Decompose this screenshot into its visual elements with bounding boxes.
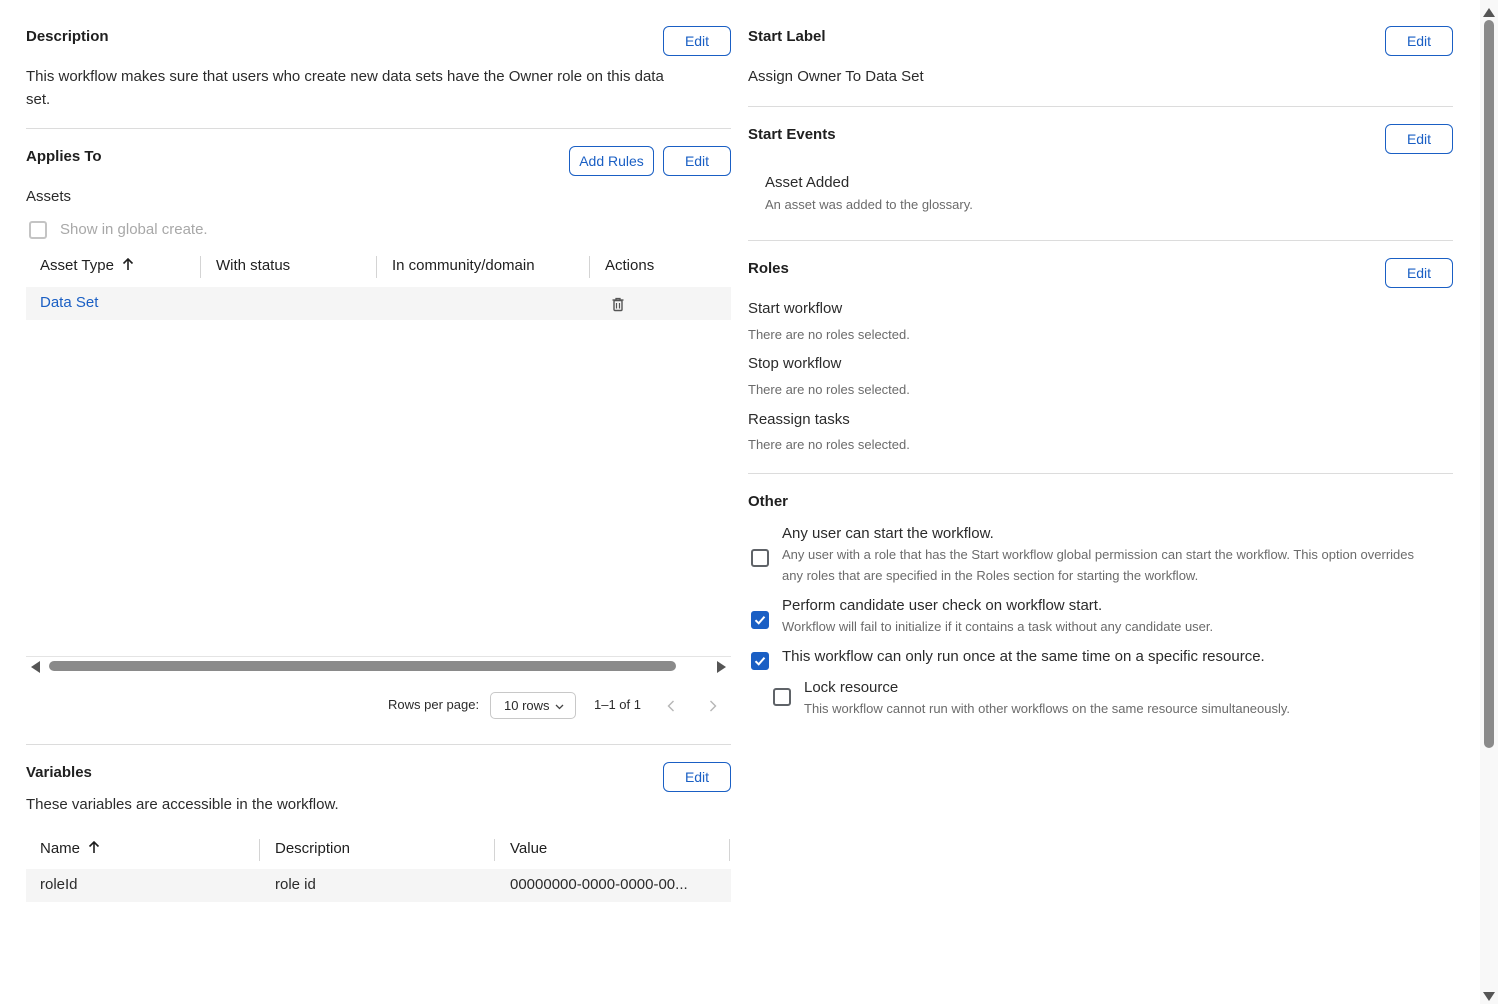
start-events-edit-button[interactable]: Edit — [1385, 124, 1453, 154]
start-label-edit-button[interactable]: Edit — [1385, 26, 1453, 56]
col-asset-type-label: Asset Type — [40, 257, 114, 274]
any-user-start-desc-line2: any roles that are specified in the Role… — [782, 568, 1199, 583]
lock-resource-desc: This workflow cannot run with other work… — [804, 701, 1291, 716]
start-event-description: An asset was added to the glossary. — [765, 197, 973, 212]
column-separator[interactable] — [494, 839, 495, 861]
variables-title: Variables — [26, 764, 92, 781]
variables-edit-button[interactable]: Edit — [663, 762, 731, 792]
rows-per-page-value: 10 rows — [504, 698, 550, 713]
column-separator[interactable] — [200, 256, 201, 278]
role-reassign-tasks-label: Reassign tasks — [748, 411, 850, 428]
asset-type-link[interactable]: Data Set — [40, 294, 98, 311]
start-label-title: Start Label — [748, 28, 826, 45]
col-actions: Actions — [605, 257, 655, 274]
table-row — [26, 287, 731, 320]
candidate-user-check-desc: Workflow will fail to initialize if it c… — [782, 619, 1214, 634]
variable-value: 00000000-0000-0000-00... — [510, 876, 688, 893]
divider — [748, 106, 1453, 107]
col-asset-type[interactable]: Asset Type — [40, 257, 134, 275]
role-reassign-tasks-value: There are no roles selected. — [748, 437, 910, 452]
assets-subtitle: Assets — [26, 188, 72, 205]
sort-ascending-icon — [88, 840, 100, 858]
col-with-status[interactable]: With status — [216, 257, 290, 274]
roles-title: Roles — [748, 260, 789, 277]
role-stop-workflow-label: Stop workflow — [748, 355, 842, 372]
description-title: Description — [26, 28, 109, 45]
divider — [748, 473, 1453, 474]
run-once-checkbox[interactable] — [751, 652, 769, 670]
start-label-value: Assign Owner To Data Set — [748, 68, 924, 85]
add-rules-button[interactable]: Add Rules — [569, 146, 654, 176]
column-separator[interactable] — [729, 839, 730, 861]
any-user-start-desc-line1: Any user with a role that has the Start … — [782, 547, 1414, 562]
start-events-title: Start Events — [748, 126, 836, 143]
col-in-community-domain[interactable]: In community/domain — [392, 257, 535, 274]
lock-resource-label: Lock resource — [804, 679, 899, 696]
run-once-label: This workflow can only run once at the s… — [782, 648, 1265, 665]
description-edit-button[interactable]: Edit — [663, 26, 731, 56]
scroll-down-arrow-icon[interactable] — [1483, 989, 1495, 1007]
scroll-right-arrow-icon[interactable] — [716, 660, 726, 678]
other-title: Other — [748, 493, 789, 510]
start-event-name: Asset Added — [765, 174, 850, 191]
variable-name: roleId — [40, 876, 78, 893]
next-page-icon[interactable] — [709, 699, 717, 717]
column-separator[interactable] — [259, 839, 260, 861]
scrollbar-top-border — [26, 656, 731, 657]
vertical-scrollbar-thumb[interactable] — [1484, 20, 1494, 748]
column-separator[interactable] — [589, 256, 590, 278]
col-description[interactable]: Description — [275, 840, 350, 857]
role-start-workflow-value: There are no roles selected. — [748, 327, 910, 342]
col-name[interactable]: Name — [40, 840, 100, 858]
applies-to-edit-button[interactable]: Edit — [663, 146, 731, 176]
col-name-label: Name — [40, 840, 81, 857]
checkmark-icon — [754, 657, 766, 666]
description-text-line1: This workflow makes sure that users who … — [26, 68, 664, 85]
col-value[interactable]: Value — [510, 840, 547, 857]
role-start-workflow-label: Start workflow — [748, 300, 843, 317]
divider — [26, 744, 731, 745]
scroll-left-arrow-icon[interactable] — [31, 660, 41, 678]
variables-subtitle: These variables are accessible in the wo… — [26, 796, 339, 813]
show-global-create-checkbox[interactable] — [29, 221, 47, 239]
trash-icon[interactable] — [611, 297, 625, 317]
any-user-start-label: Any user can start the workflow. — [782, 525, 994, 542]
show-global-create-label: Show in global create. — [60, 221, 208, 238]
checkmark-icon — [754, 616, 766, 625]
previous-page-icon[interactable] — [667, 699, 675, 717]
candidate-user-check-checkbox[interactable] — [751, 611, 769, 629]
candidate-user-check-label: Perform candidate user check on workflow… — [782, 597, 1103, 614]
variable-description: role id — [275, 876, 316, 893]
divider — [26, 128, 731, 129]
rows-per-page-label: Rows per page: — [388, 697, 480, 712]
description-text-line2: set. — [26, 91, 51, 108]
divider — [748, 240, 1453, 241]
horizontal-scrollbar-thumb[interactable] — [49, 661, 676, 671]
rows-per-page-select[interactable]: 10 rows — [490, 692, 576, 719]
sort-ascending-icon — [122, 257, 134, 275]
role-stop-workflow-value: There are no roles selected. — [748, 382, 910, 397]
chevron-down-icon — [555, 698, 564, 713]
applies-to-title: Applies To — [26, 148, 102, 165]
roles-edit-button[interactable]: Edit — [1385, 258, 1453, 288]
column-separator[interactable] — [376, 256, 377, 278]
lock-resource-checkbox[interactable] — [773, 688, 791, 706]
any-user-start-checkbox[interactable] — [751, 549, 769, 567]
pagination-range: 1–1 of 1 — [594, 697, 641, 712]
